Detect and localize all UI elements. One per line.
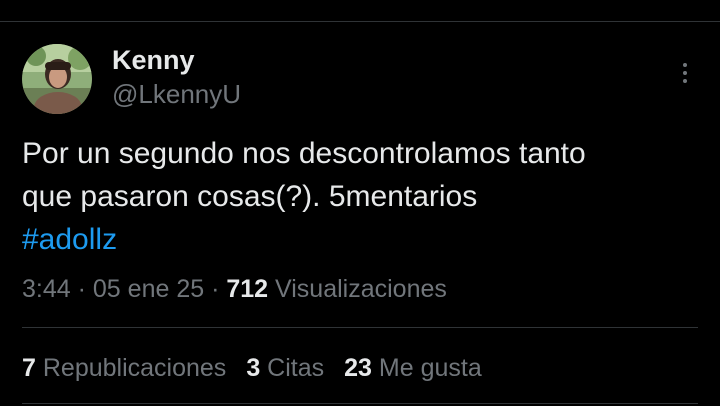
meta-separator: ·	[77, 275, 86, 303]
tweet-date[interactable]: 05 ene 25	[93, 275, 204, 303]
more-options-icon-dot	[683, 71, 687, 75]
likes-stat[interactable]: 23 Me gusta	[344, 351, 482, 385]
tweet-line: que pasaron cosas(?). 5mentarios	[22, 180, 478, 213]
tweet-text: Por un segundo nos descontrolamos tanto …	[22, 132, 698, 261]
views-count: 712	[226, 275, 269, 303]
quotes-stat[interactable]: 3 Citas	[246, 351, 324, 385]
reposts-count: 7	[22, 354, 36, 382]
more-options-icon	[683, 63, 687, 67]
reposts-stat[interactable]: 7 Republicaciones	[22, 351, 226, 385]
quotes-count: 3	[246, 354, 261, 382]
engagement-stats: 7 Republicaciones 3 Citas 23 Me gusta	[22, 351, 502, 385]
quotes-label: Citas	[267, 354, 325, 382]
avatar[interactable]	[22, 44, 92, 114]
stats-divider	[22, 327, 698, 328]
tweet-time[interactable]: 3:44	[22, 275, 71, 303]
bottom-divider	[22, 403, 698, 404]
meta-separator: ·	[211, 275, 220, 303]
more-options-icon-dot	[683, 79, 687, 83]
top-divider	[0, 21, 720, 22]
likes-count: 23	[344, 354, 372, 382]
views-label: Visualizaciones	[275, 275, 447, 303]
hashtag-link[interactable]: #adollz	[22, 223, 117, 256]
more-options-button[interactable]	[672, 58, 698, 88]
likes-label: Me gusta	[378, 354, 482, 382]
tweet-meta: 3:44 · 05 ene 25 · 712 Visualizaciones	[22, 272, 447, 306]
author-handle[interactable]: @LkennyU	[112, 78, 241, 110]
tweet-line: Por un segundo nos descontrolamos tanto	[22, 137, 586, 170]
author-name[interactable]: Kenny	[112, 44, 195, 76]
reposts-label: Republicaciones	[42, 354, 227, 382]
